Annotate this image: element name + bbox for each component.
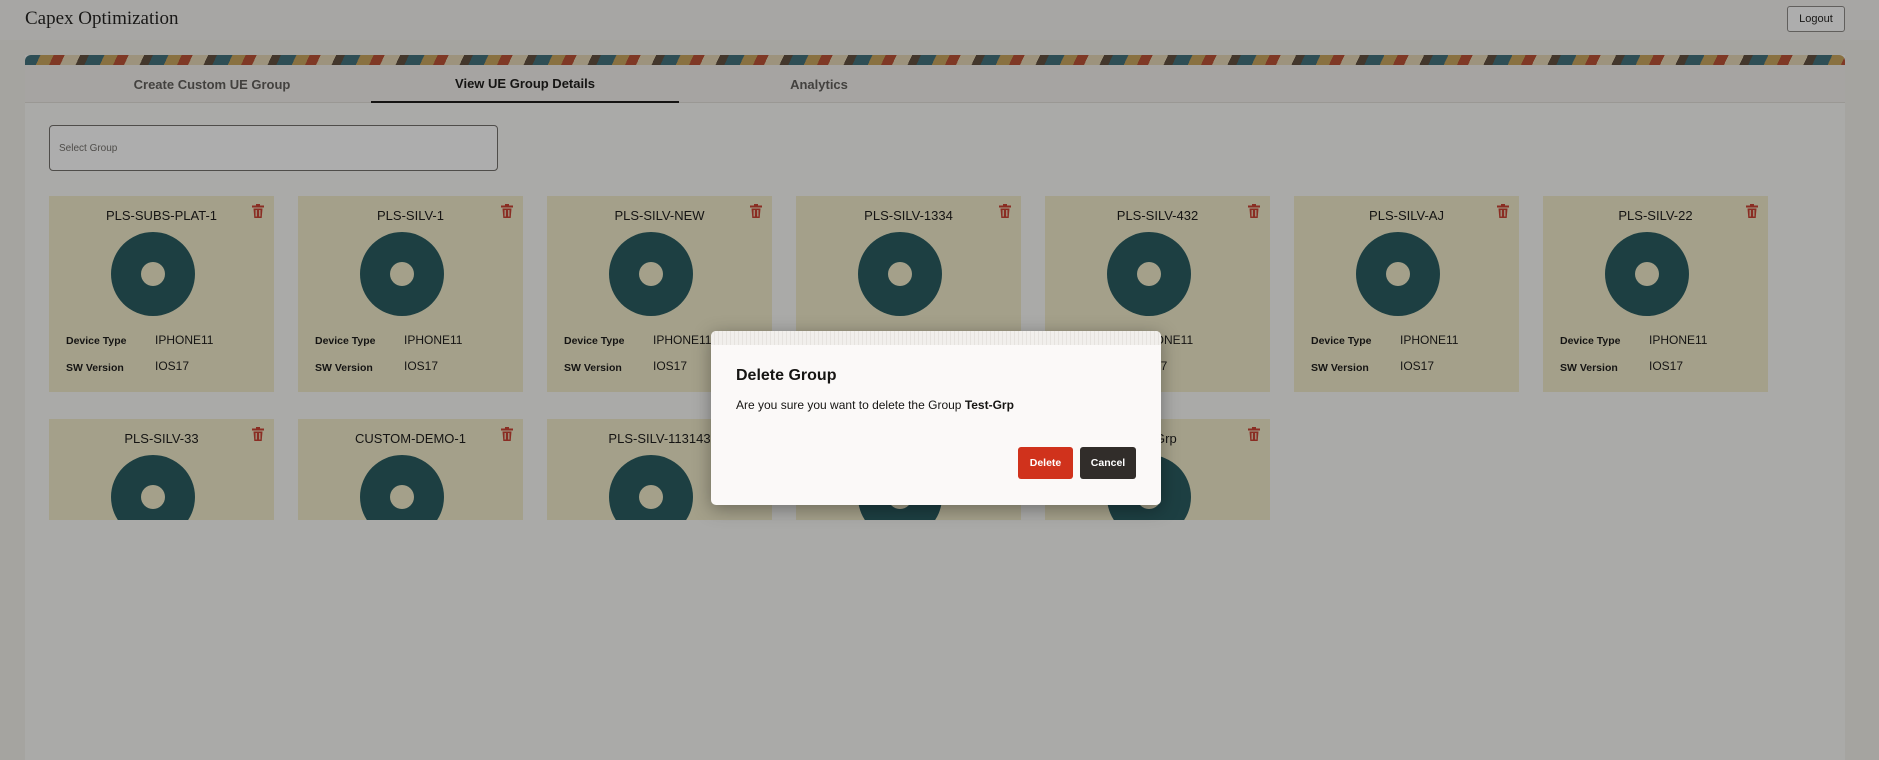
dialog-group-name: Test-Grp: [964, 398, 1014, 412]
dialog-header-texture: [711, 331, 1161, 345]
delete-group-dialog: Delete Group Are you sure you want to de…: [711, 331, 1161, 505]
dialog-message-text: Are you sure you want to delete the Grou…: [736, 398, 965, 412]
delete-button[interactable]: Delete: [1018, 447, 1073, 479]
dialog-message: Are you sure you want to delete the Grou…: [736, 398, 1014, 412]
dialog-title: Delete Group: [736, 367, 837, 384]
cancel-button[interactable]: Cancel: [1080, 447, 1136, 479]
